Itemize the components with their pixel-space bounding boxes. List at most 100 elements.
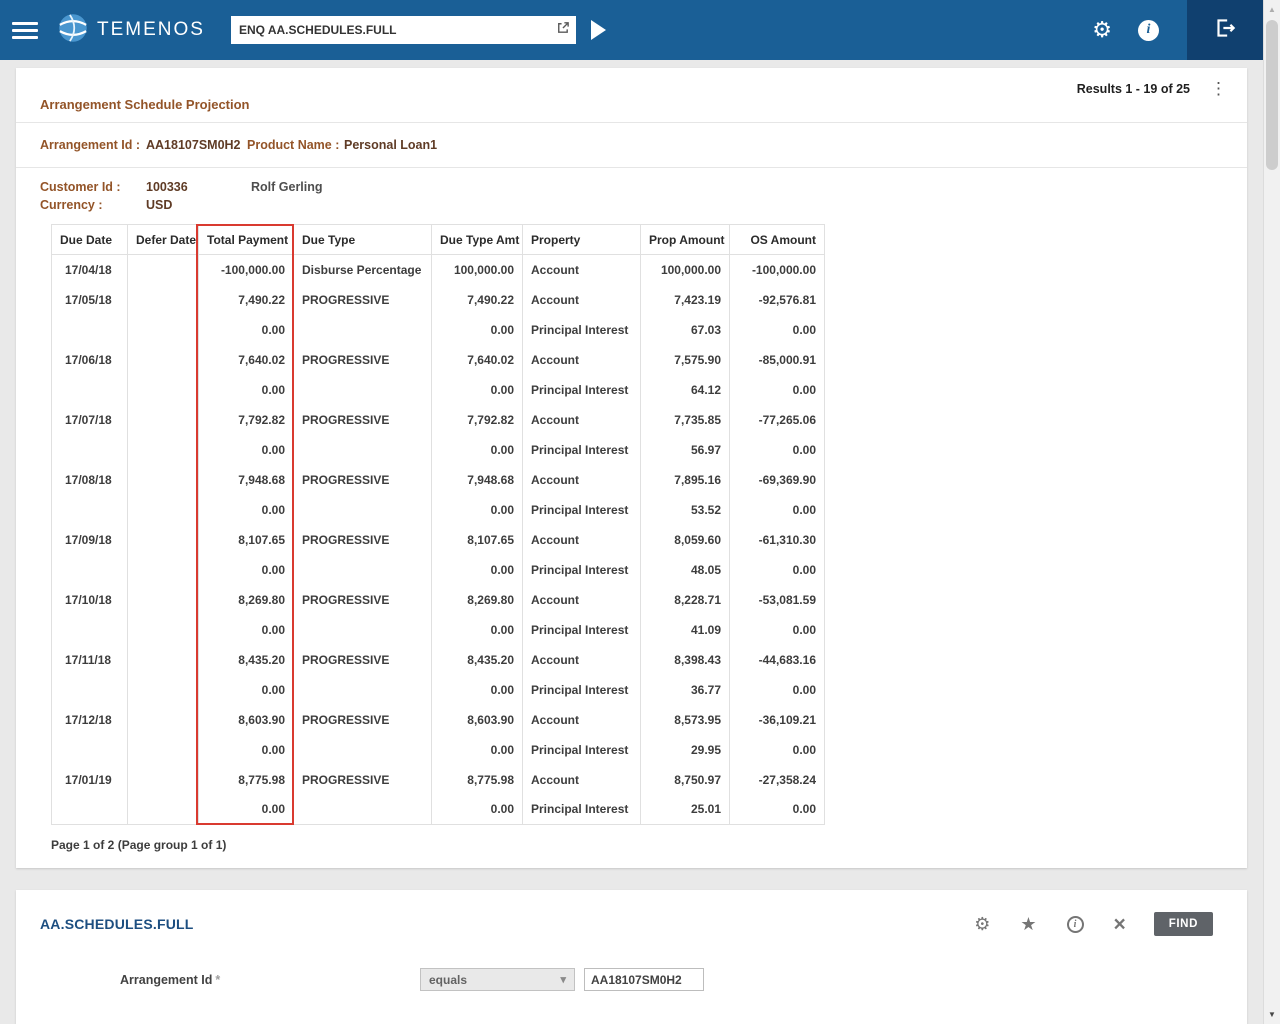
customer-id-value: 100336 (146, 178, 251, 196)
table-cell (294, 615, 432, 645)
logout-button[interactable] (1187, 0, 1263, 60)
close-icon[interactable]: × (1114, 914, 1126, 935)
column-header-due-type-amt[interactable]: Due Type Amt (432, 225, 523, 255)
table-row: 17/08/187,948.68PROGRESSIVE7,948.68Accou… (52, 465, 825, 495)
table-cell: 17/06/18 (52, 345, 128, 375)
table-cell: Account (523, 255, 641, 285)
scroll-down-icon[interactable]: ▼ (1264, 1010, 1280, 1019)
product-name-value: Personal Loan1 (344, 138, 437, 152)
settings-gear-icon[interactable]: ⚙ (1092, 19, 1112, 41)
scroll-up-icon[interactable]: ▲ (1264, 5, 1280, 14)
info-icon[interactable]: i (1138, 20, 1159, 41)
table-cell: 8,603.90 (432, 705, 523, 735)
table-cell: 0.00 (730, 435, 825, 465)
globe-icon (58, 13, 88, 48)
table-cell: 0.00 (432, 615, 523, 645)
table-cell: Principal Interest (523, 795, 641, 825)
criteria-settings-icon[interactable]: ⚙ (974, 915, 990, 933)
table-row: 0.000.00Principal Interest36.770.00 (52, 675, 825, 705)
table-cell: 8,603.90 (199, 705, 294, 735)
table-cell (52, 735, 128, 765)
column-header-defer-date[interactable]: Defer Date (128, 225, 199, 255)
table-cell: 8,107.65 (432, 525, 523, 555)
table-cell (52, 495, 128, 525)
table-cell: PROGRESSIVE (294, 285, 432, 315)
table-cell: 0.00 (199, 795, 294, 825)
arrangement-id-label: Arrangement Id : (40, 138, 146, 152)
launch-icon[interactable] (555, 20, 570, 40)
table-cell: 8,750.97 (641, 765, 730, 795)
table-cell: Account (523, 585, 641, 615)
find-button[interactable]: FIND (1154, 912, 1213, 936)
table-cell: Account (523, 705, 641, 735)
table-cell: 0.00 (432, 435, 523, 465)
customer-header-block: Customer Id : 100336 Rolf Gerling Curren… (16, 167, 1247, 222)
table-cell: 7,948.68 (432, 465, 523, 495)
brand-name: TEMENOS (97, 19, 205, 41)
table-cell: Principal Interest (523, 555, 641, 585)
table-cell: -69,369.90 (730, 465, 825, 495)
table-cell: Principal Interest (523, 375, 641, 405)
table-cell (128, 375, 199, 405)
table-cell: 17/07/18 (52, 405, 128, 435)
table-cell: 7,575.90 (641, 345, 730, 375)
table-cell: 8,573.95 (641, 705, 730, 735)
table-cell: 0.00 (432, 375, 523, 405)
table-cell: 7,735.85 (641, 405, 730, 435)
table-cell: 8,435.20 (199, 645, 294, 675)
column-header-property[interactable]: Property (523, 225, 641, 255)
table-cell: 0.00 (730, 735, 825, 765)
table-cell: 8,269.80 (199, 585, 294, 615)
table-cell (128, 525, 199, 555)
table-cell: -36,109.21 (730, 705, 825, 735)
vertical-scrollbar[interactable]: ▲ ▼ (1263, 0, 1280, 1024)
table-cell: PROGRESSIVE (294, 345, 432, 375)
table-cell (128, 555, 199, 585)
favorite-star-icon[interactable]: ★ (1020, 915, 1036, 933)
more-options-icon[interactable]: ⋮ (1210, 82, 1227, 96)
scrollbar-thumb[interactable] (1266, 20, 1278, 170)
table-row: 17/11/188,435.20PROGRESSIVE8,435.20Accou… (52, 645, 825, 675)
table-cell: 7,792.82 (432, 405, 523, 435)
column-header-prop-amount[interactable]: Prop Amount (641, 225, 730, 255)
table-row: 0.000.00Principal Interest67.030.00 (52, 315, 825, 345)
table-cell: 25.01 (641, 795, 730, 825)
field-label-text: Arrangement Id (120, 973, 212, 987)
table-cell (52, 435, 128, 465)
table-cell: Account (523, 765, 641, 795)
table-cell (52, 675, 128, 705)
column-header-due-type[interactable]: Due Type (294, 225, 432, 255)
run-command-icon[interactable] (591, 20, 606, 40)
operator-select[interactable]: equals ▾ (420, 968, 575, 991)
column-header-due-date[interactable]: Due Date (52, 225, 128, 255)
table-cell: Account (523, 645, 641, 675)
table-cell (128, 735, 199, 765)
table-cell: -44,683.16 (730, 645, 825, 675)
command-input[interactable] (239, 23, 555, 37)
criteria-info-icon[interactable]: i (1067, 916, 1084, 933)
hamburger-menu-icon[interactable] (12, 18, 38, 43)
table-cell: 0.00 (199, 375, 294, 405)
field-label: Arrangement Id* (120, 973, 420, 987)
column-header-os-amount[interactable]: OS Amount (730, 225, 825, 255)
table-cell (128, 435, 199, 465)
results-count: Results 1 - 19 of 25 (1077, 82, 1190, 96)
criteria-value-input[interactable] (584, 968, 704, 991)
table-cell: PROGRESSIVE (294, 465, 432, 495)
table-cell: -100,000.00 (730, 255, 825, 285)
table-cell: 0.00 (432, 315, 523, 345)
table-cell: 41.09 (641, 615, 730, 645)
schedule-table: Due DateDefer DateTotal PaymentDue TypeD… (51, 224, 825, 825)
customer-id-label: Customer Id : (40, 178, 146, 196)
table-cell: -85,000.91 (730, 345, 825, 375)
logout-icon (1212, 15, 1238, 46)
table-cell: 0.00 (730, 675, 825, 705)
table-cell: 17/04/18 (52, 255, 128, 285)
table-cell (52, 315, 128, 345)
table-cell: Principal Interest (523, 435, 641, 465)
table-cell (294, 315, 432, 345)
table-cell: Account (523, 525, 641, 555)
table-cell (128, 495, 199, 525)
column-header-total-payment[interactable]: Total Payment (199, 225, 294, 255)
table-cell: -53,081.59 (730, 585, 825, 615)
